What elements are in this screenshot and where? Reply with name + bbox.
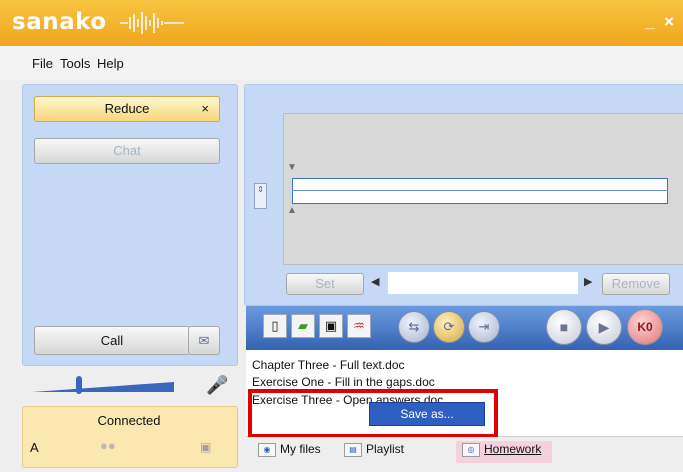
- reduce-label: Reduce: [104, 101, 150, 116]
- play-icon[interactable]: ▶: [586, 309, 622, 345]
- tab-label: My files: [280, 442, 321, 456]
- bookmark-field[interactable]: [388, 272, 578, 294]
- save-icon[interactable]: ▣: [319, 314, 343, 338]
- close-icon[interactable]: ×: [201, 97, 209, 121]
- tab-my-files[interactable]: ◉ My files: [258, 442, 321, 457]
- stop-icon[interactable]: ■: [546, 309, 582, 345]
- marker-top-icon[interactable]: ▼: [287, 162, 297, 173]
- printer-icon: ▣: [200, 440, 212, 454]
- microphone-icon: 🎤: [206, 375, 229, 395]
- record-icon[interactable]: K0: [627, 309, 663, 345]
- open-folder-icon[interactable]: ▰: [291, 314, 315, 338]
- new-document-icon[interactable]: ▯: [263, 314, 287, 338]
- app-logo: sanako: [12, 9, 107, 35]
- arrow-left-icon[interactable]: ◀: [371, 275, 379, 288]
- menu-tools[interactable]: Tools: [60, 56, 90, 71]
- reduce-button[interactable]: Reduce ×: [34, 96, 220, 122]
- call-button[interactable]: Call: [34, 326, 190, 355]
- swap-icon[interactable]: ⇆: [398, 311, 430, 343]
- tab-label: Playlist: [366, 442, 405, 456]
- volume-slider-thumb[interactable]: [76, 376, 82, 394]
- arrow-right-icon[interactable]: ▶: [584, 275, 592, 288]
- export-icon[interactable]: ⇥: [468, 311, 500, 343]
- repeat-icon[interactable]: ⟳: [433, 311, 465, 343]
- volume-slider-track[interactable]: [32, 380, 174, 394]
- connection-status: Connected: [97, 413, 161, 428]
- message-icon[interactable]: ✉: [188, 326, 220, 355]
- communication-panel: [22, 84, 238, 366]
- list-item[interactable]: Chapter Three - Full text.doc: [252, 358, 405, 372]
- waveform-track[interactable]: [292, 178, 668, 204]
- marker-bottom-icon[interactable]: ▲: [287, 205, 297, 216]
- waveform-baseline: [292, 190, 668, 191]
- tab-label: Homework: [484, 442, 542, 456]
- logo-waveform-icon: [120, 12, 184, 34]
- waveform-icon[interactable]: ♒: [347, 314, 371, 338]
- save-as-menu-item[interactable]: Save as...: [369, 402, 485, 426]
- tab-playlist[interactable]: ▤ Playlist: [344, 442, 404, 457]
- close-button[interactable]: ×: [664, 12, 674, 32]
- channel-label: A: [30, 440, 39, 455]
- menu-help[interactable]: Help: [97, 56, 124, 71]
- set-button[interactable]: Set: [286, 273, 364, 295]
- homework-icon: ◎: [462, 442, 480, 457]
- chat-button[interactable]: Chat: [34, 138, 220, 164]
- menu-file[interactable]: File: [32, 56, 53, 71]
- folder-user-icon: ◉: [258, 442, 276, 457]
- playlist-icon: ▤: [344, 442, 362, 457]
- remove-button[interactable]: Remove: [602, 273, 670, 295]
- list-item[interactable]: Exercise One - Fill in the gaps.doc: [252, 375, 435, 389]
- tab-homework[interactable]: ◎ Homework: [462, 442, 541, 457]
- group-icon: ●●: [100, 438, 116, 453]
- expand-icon[interactable]: ⇕: [254, 183, 267, 209]
- minimize-button[interactable]: _: [645, 12, 654, 32]
